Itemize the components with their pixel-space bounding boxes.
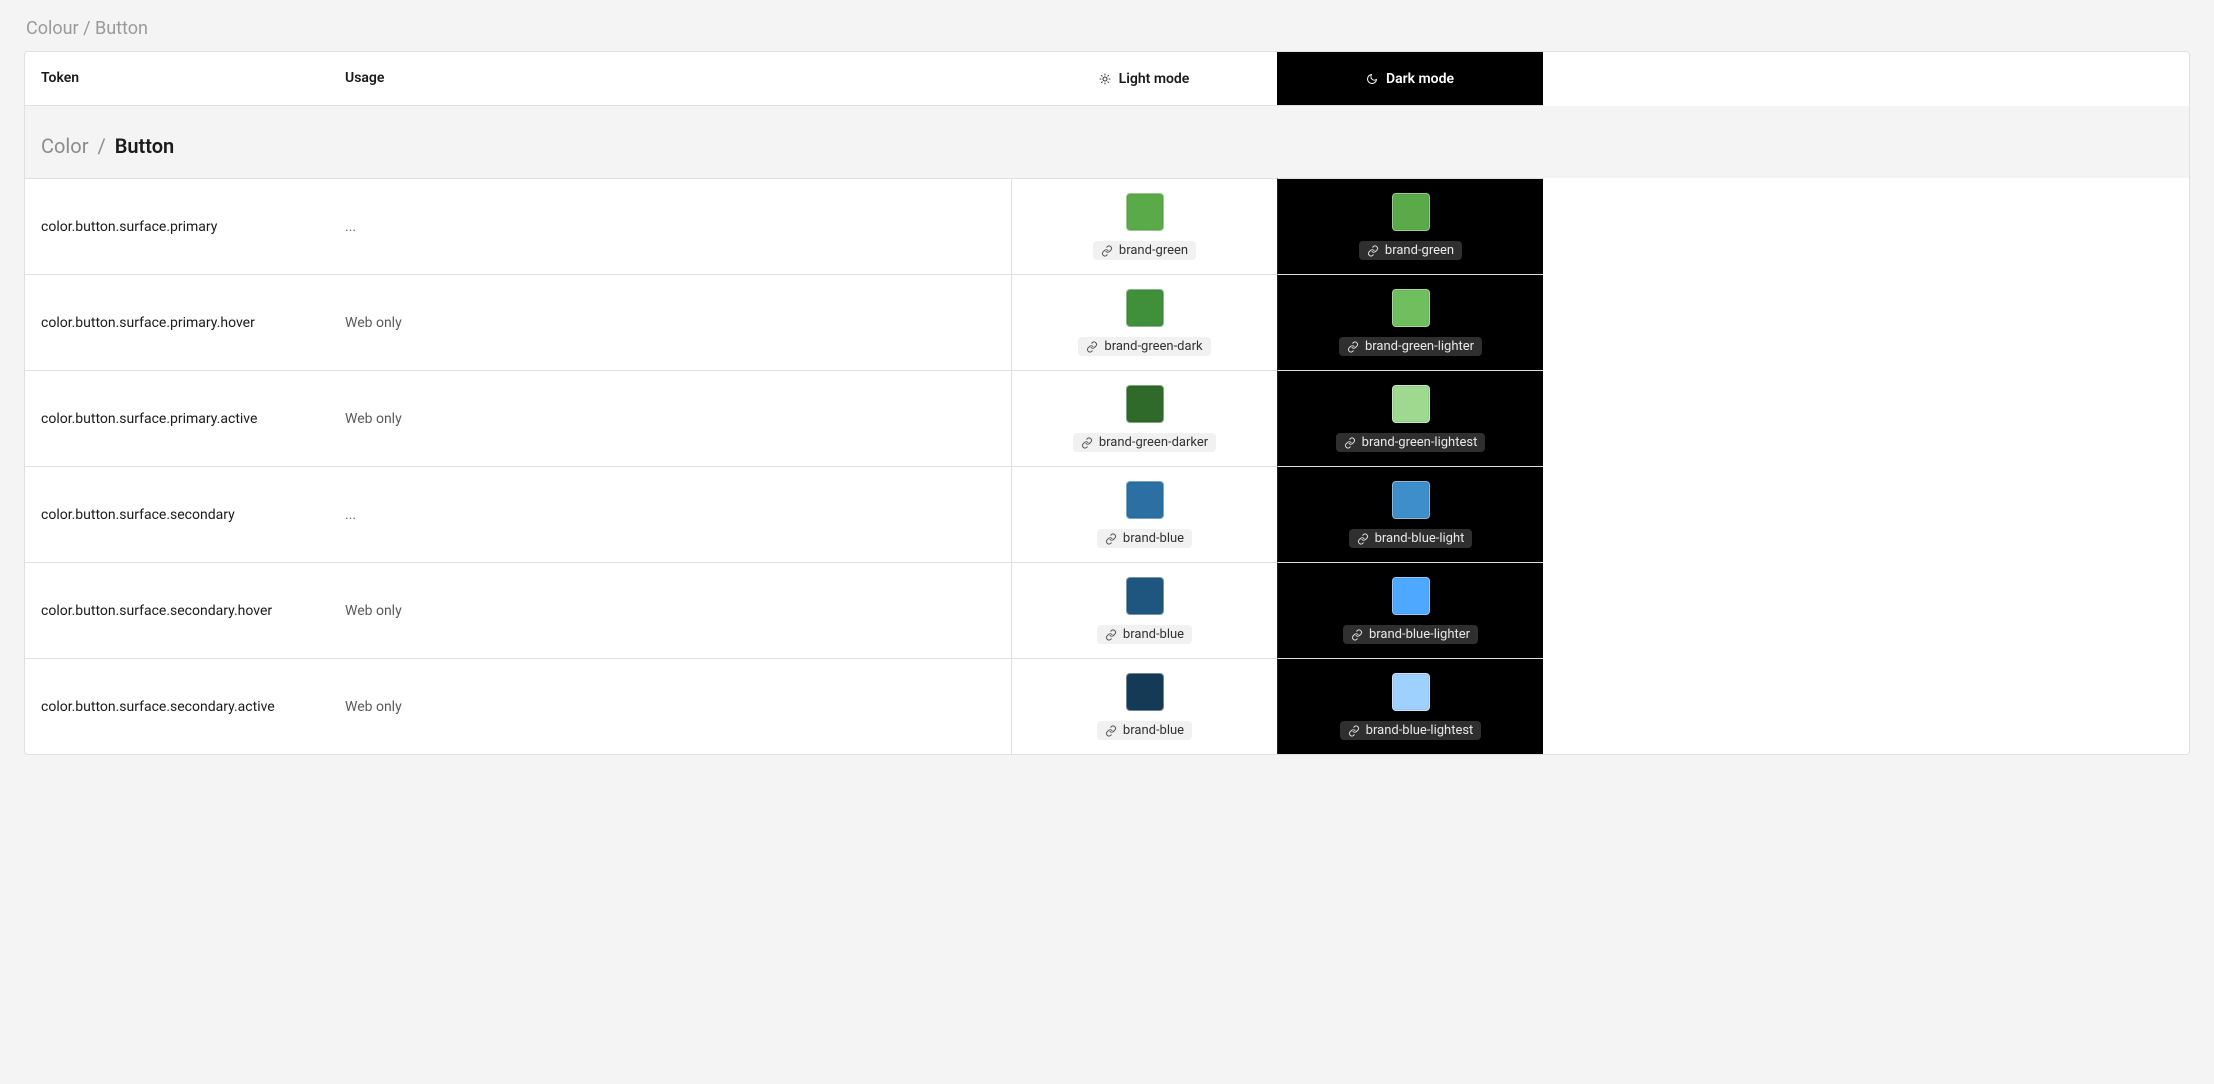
section-sep: / <box>97 134 105 158</box>
table-row: color.button.surface.primary.activeWeb o… <box>25 370 2189 466</box>
token-alias-label: brand-green <box>1119 243 1188 258</box>
link-icon <box>1351 629 1363 641</box>
link-icon <box>1101 245 1113 257</box>
link-icon <box>1367 245 1379 257</box>
token-usage: Web only <box>329 658 1011 754</box>
light-swatch-cell: brand-green-dark <box>1011 274 1277 370</box>
token-alias-label: brand-green-dark <box>1104 339 1202 354</box>
color-swatch <box>1126 481 1164 519</box>
table-row: color.button.surface.secondary.activeWeb… <box>25 658 2189 754</box>
token-name: color.button.surface.primary.hover <box>25 274 329 370</box>
token-alias-chip[interactable]: brand-green <box>1359 241 1462 260</box>
token-alias-label: brand-blue-light <box>1375 531 1465 546</box>
token-name: color.button.surface.primary.active <box>25 370 329 466</box>
link-icon <box>1105 725 1117 737</box>
breadcrumb: Colour / Button <box>26 18 2190 39</box>
color-swatch <box>1126 673 1164 711</box>
token-alias-label: brand-green-lightest <box>1362 435 1478 450</box>
token-alias-chip[interactable]: brand-green-dark <box>1078 337 1210 356</box>
token-alias-chip[interactable]: brand-green-darker <box>1073 433 1216 452</box>
section-prefix: Color <box>41 134 88 158</box>
table-row: color.button.surface.secondary... brand-b… <box>25 466 2189 562</box>
color-swatch <box>1126 193 1164 231</box>
col-dark-label: Dark mode <box>1386 71 1454 87</box>
sun-icon <box>1099 73 1111 85</box>
table-row: color.button.surface.primary.hoverWeb on… <box>25 274 2189 370</box>
table-row: color.button.surface.secondary.hoverWeb … <box>25 562 2189 658</box>
token-alias-label: brand-blue-lightest <box>1366 723 1474 738</box>
table-row: color.button.surface.primary... brand-gre… <box>25 178 2189 274</box>
token-usage: ... <box>329 466 1011 562</box>
light-swatch-cell: brand-blue <box>1011 466 1277 562</box>
link-icon <box>1105 629 1117 641</box>
token-alias-chip[interactable]: brand-blue-lightest <box>1340 721 1482 740</box>
color-swatch <box>1392 673 1430 711</box>
token-name: color.button.surface.secondary.active <box>25 658 329 754</box>
moon-icon <box>1366 73 1378 85</box>
color-swatch <box>1392 193 1430 231</box>
link-icon <box>1081 437 1093 449</box>
link-icon <box>1357 533 1369 545</box>
color-swatch <box>1392 289 1430 327</box>
section-header: Color / Button <box>25 106 2189 178</box>
token-table: Token Usage Light mode Dark mode Color / <box>24 51 2190 755</box>
dark-swatch-cell: brand-blue-lighter <box>1277 562 1543 658</box>
token-name: color.button.surface.primary <box>25 178 329 274</box>
token-alias-chip[interactable]: brand-blue <box>1097 721 1192 740</box>
token-alias-label: brand-blue <box>1123 531 1184 546</box>
token-alias-chip[interactable]: brand-blue-light <box>1349 529 1473 548</box>
col-light-mode: Light mode <box>1011 52 1277 106</box>
token-alias-chip[interactable]: brand-green-lightest <box>1336 433 1486 452</box>
token-alias-label: brand-blue <box>1123 723 1184 738</box>
token-alias-chip[interactable]: brand-blue <box>1097 529 1192 548</box>
token-alias-label: brand-green-lighter <box>1365 339 1474 354</box>
light-swatch-cell: brand-blue <box>1011 562 1277 658</box>
link-icon <box>1348 725 1360 737</box>
color-swatch <box>1392 385 1430 423</box>
token-alias-chip[interactable]: brand-green-lighter <box>1339 337 1482 356</box>
col-usage: Usage <box>329 52 1011 106</box>
link-icon <box>1347 341 1359 353</box>
token-alias-chip[interactable]: brand-green <box>1093 241 1196 260</box>
color-swatch <box>1126 289 1164 327</box>
token-name: color.button.surface.secondary.hover <box>25 562 329 658</box>
token-usage: Web only <box>329 370 1011 466</box>
light-swatch-cell: brand-green-darker <box>1011 370 1277 466</box>
dark-swatch-cell: brand-blue-light <box>1277 466 1543 562</box>
token-alias-chip[interactable]: brand-blue <box>1097 625 1192 644</box>
token-name: color.button.surface.secondary <box>25 466 329 562</box>
col-token: Token <box>25 52 329 106</box>
token-usage: Web only <box>329 274 1011 370</box>
link-icon <box>1344 437 1356 449</box>
color-swatch <box>1392 577 1430 615</box>
token-alias-label: brand-green-darker <box>1099 435 1208 450</box>
token-alias-label: brand-blue <box>1123 627 1184 642</box>
dark-swatch-cell: brand-green <box>1277 178 1543 274</box>
dark-swatch-cell: brand-green-lightest <box>1277 370 1543 466</box>
token-alias-chip[interactable]: brand-blue-lighter <box>1343 625 1478 644</box>
token-alias-label: brand-green <box>1385 243 1454 258</box>
color-swatch <box>1126 577 1164 615</box>
table-header: Token Usage Light mode Dark mode <box>25 52 2189 106</box>
col-light-label: Light mode <box>1119 71 1190 87</box>
dark-swatch-cell: brand-blue-lightest <box>1277 658 1543 754</box>
color-swatch <box>1126 385 1164 423</box>
section-name: Button <box>115 134 175 158</box>
link-icon <box>1105 533 1117 545</box>
color-swatch <box>1392 481 1430 519</box>
col-dark-mode: Dark mode <box>1277 52 1543 106</box>
link-icon <box>1086 341 1098 353</box>
token-usage: ... <box>329 178 1011 274</box>
token-usage: Web only <box>329 562 1011 658</box>
light-swatch-cell: brand-blue <box>1011 658 1277 754</box>
dark-swatch-cell: brand-green-lighter <box>1277 274 1543 370</box>
token-alias-label: brand-blue-lighter <box>1369 627 1470 642</box>
light-swatch-cell: brand-green <box>1011 178 1277 274</box>
